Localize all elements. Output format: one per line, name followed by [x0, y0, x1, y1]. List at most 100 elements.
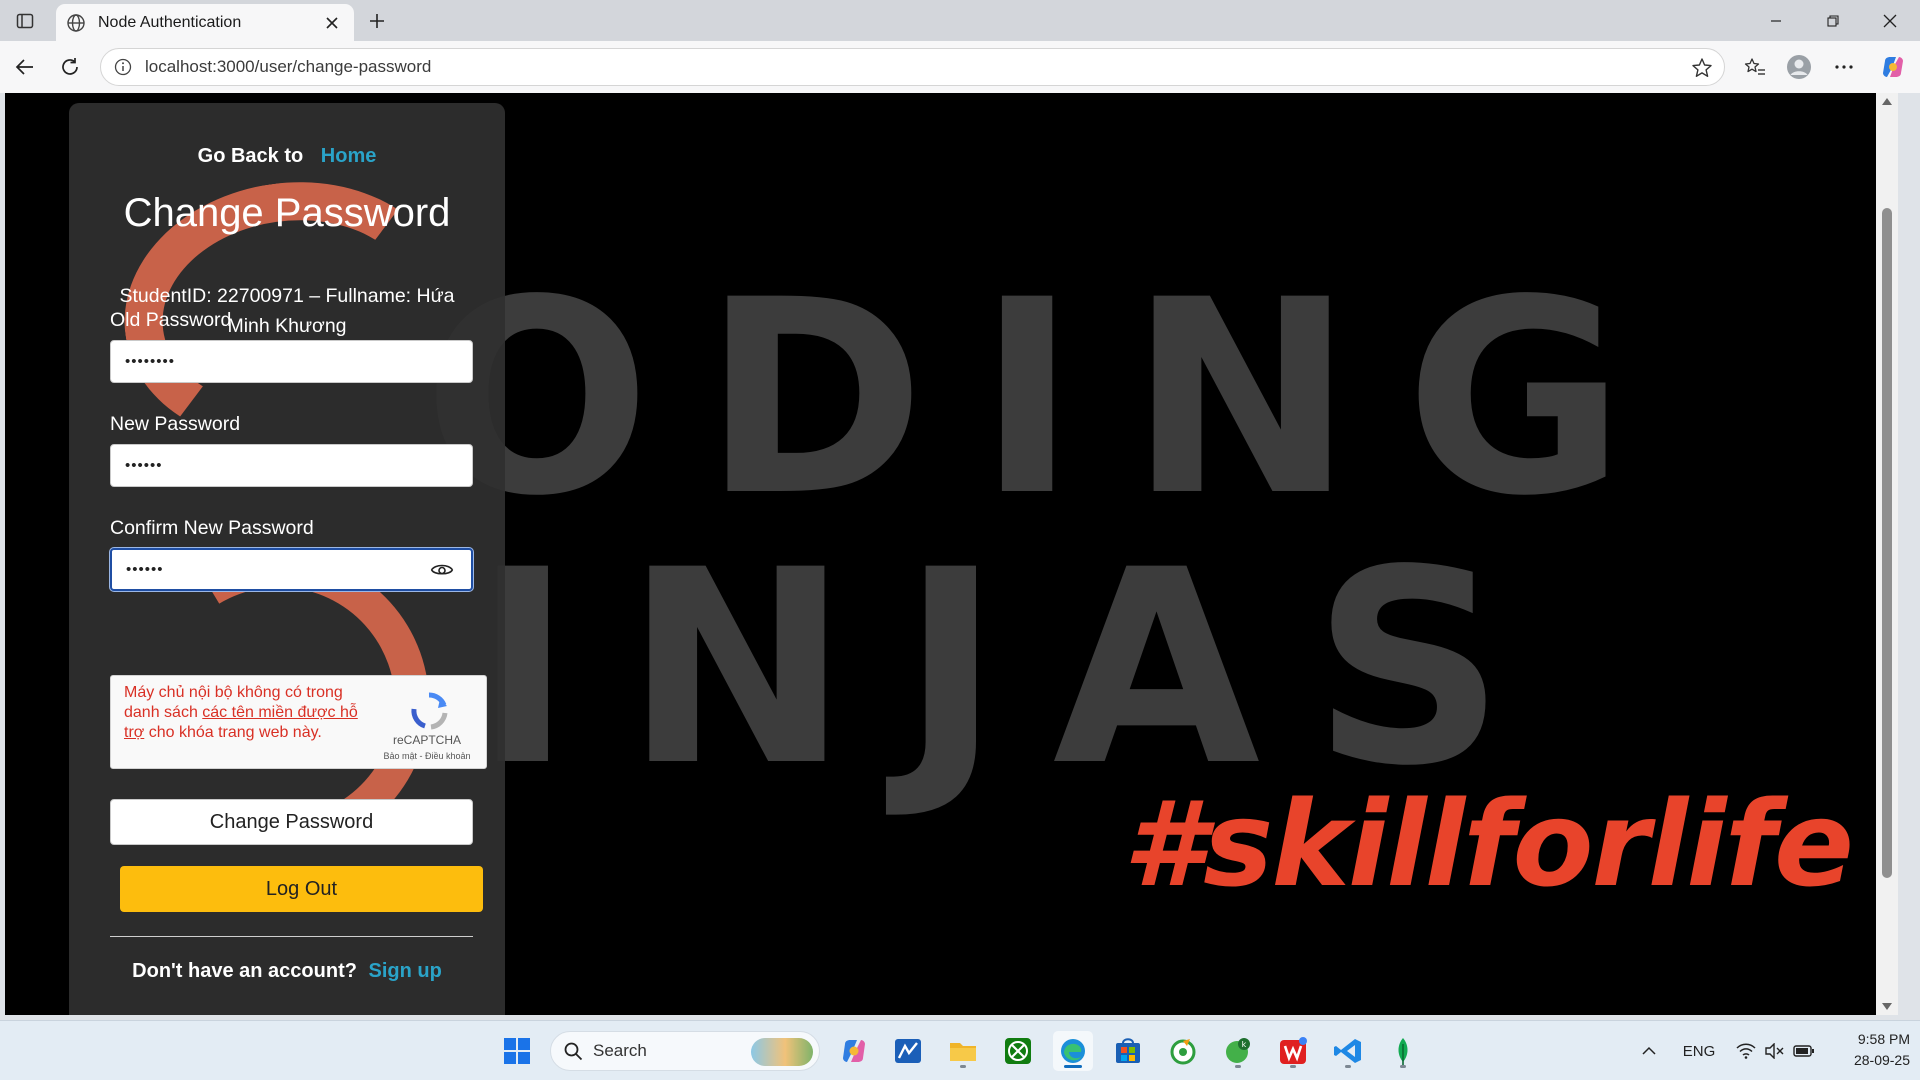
change-password-button[interactable]: Change Password: [110, 799, 473, 845]
copilot-button[interactable]: [1876, 50, 1910, 84]
volume-muted-icon[interactable]: [1760, 1021, 1788, 1080]
scroll-up-icon[interactable]: [1881, 95, 1893, 107]
back-button[interactable]: [8, 50, 42, 84]
background-text-line1: ODING: [423, 243, 1678, 555]
browser-toolbar: localhost:3000/user/change-password: [0, 41, 1920, 93]
favorites-button[interactable]: [1738, 50, 1772, 84]
new-password-field[interactable]: ••••••: [110, 444, 473, 487]
recaptcha-terms-link[interactable]: Bảo mật - Điều khoản: [369, 751, 485, 761]
signup-line: Don't have an account? Sign up: [69, 960, 505, 983]
profile-button[interactable]: [1782, 50, 1816, 84]
old-password-value: ••••••••: [125, 353, 176, 370]
browser-tab[interactable]: Node Authentication: [56, 4, 354, 41]
minimize-button[interactable]: [1748, 0, 1804, 41]
leaf-app-icon: [1170, 1039, 1196, 1065]
vscode-icon: [1334, 1039, 1361, 1063]
tab-title: Node Authentication: [98, 13, 242, 31]
copilot-icon: [1883, 57, 1903, 77]
more-options-button[interactable]: [1827, 50, 1861, 84]
confirm-password-label: Confirm New Password: [110, 517, 314, 539]
search-highlight-image: [751, 1038, 813, 1066]
info-icon[interactable]: [113, 57, 133, 77]
chart-app-icon: [895, 1039, 921, 1063]
go-back-prefix: Go Back to: [197, 145, 304, 167]
chevron-up-icon: [1642, 1046, 1656, 1055]
windows-logo-icon: [504, 1038, 530, 1064]
home-link[interactable]: Home: [321, 145, 377, 167]
edge-icon: [1061, 1039, 1085, 1063]
close-icon: [1883, 14, 1897, 27]
taskbar-xbox[interactable]: [998, 1031, 1038, 1071]
battery-icon[interactable]: [1790, 1021, 1818, 1080]
avatar-icon: [1787, 55, 1811, 79]
address-bar[interactable]: localhost:3000/user/change-password: [100, 48, 1725, 86]
sidebar-toggle-icon: [16, 13, 34, 29]
clock-time: 9:58 PM: [1857, 1031, 1910, 1047]
favorites-list-icon: [1744, 58, 1765, 75]
taskbar-edge[interactable]: [1053, 1031, 1093, 1071]
old-password-field[interactable]: ••••••••: [110, 340, 473, 383]
log-out-button[interactable]: Log Out: [120, 866, 483, 912]
close-tab-icon[interactable]: [320, 11, 344, 35]
background-tagline: #skillforlife: [1123, 775, 1854, 913]
taskbar-app-blue[interactable]: [888, 1031, 928, 1071]
signup-prefix: Don't have an account?: [132, 960, 357, 982]
arrow-left-icon: [15, 59, 33, 75]
recaptcha-widget[interactable]: Máy chủ nội bộ không có trong danh sách …: [110, 675, 487, 769]
svg-text:k: k: [1242, 1040, 1247, 1049]
taskbar-app-kaspersky[interactable]: k: [1218, 1031, 1258, 1071]
close-window-button[interactable]: [1862, 0, 1918, 41]
change-password-card: Go Back to Home Change Password StudentI…: [69, 103, 505, 1015]
eye-icon[interactable]: [427, 555, 457, 585]
wps-office-icon: [1280, 1037, 1307, 1064]
taskbar-clock[interactable]: 9:58 PM 28-09-25: [1826, 1029, 1910, 1071]
restore-icon: [1827, 14, 1839, 27]
refresh-icon: [62, 58, 78, 75]
mongodb-leaf-icon: [1398, 1038, 1408, 1065]
browser-tab-strip: Node Authentication: [0, 0, 1920, 41]
new-password-value: ••••••: [125, 457, 163, 474]
restore-button[interactable]: [1805, 0, 1861, 41]
search-icon: [564, 1042, 583, 1061]
go-back-line: Go Back to Home: [69, 145, 505, 168]
tab-actions-button[interactable]: [10, 8, 40, 34]
url-text: localhost:3000/user/change-password: [145, 57, 432, 76]
taskbar-copilot[interactable]: [834, 1031, 874, 1071]
xbox-icon: [1005, 1038, 1031, 1064]
new-tab-button[interactable]: [362, 6, 392, 36]
scrollbar-thumb[interactable]: [1882, 208, 1892, 878]
taskbar-store[interactable]: [1108, 1031, 1148, 1071]
windows-taskbar: Search k ENG 9:58 PM 28-09-25: [0, 1020, 1920, 1080]
start-button[interactable]: [497, 1031, 537, 1071]
page-title: Change Password: [123, 191, 451, 235]
recaptcha-brand: reCAPTCHA: [392, 733, 461, 747]
recaptcha-message-end: cho khóa trang web này.: [144, 724, 322, 741]
confirm-password-field[interactable]: ••••••: [110, 548, 473, 591]
taskbar-vscode[interactable]: [1328, 1031, 1368, 1071]
sign-up-link[interactable]: Sign up: [369, 960, 442, 982]
show-hidden-icons[interactable]: [1636, 1021, 1662, 1080]
folder-icon: [950, 1043, 976, 1061]
taskbar-mongodb[interactable]: [1383, 1031, 1423, 1071]
taskbar-wps[interactable]: [1273, 1031, 1313, 1071]
clock-date: 28-09-25: [1853, 1052, 1910, 1068]
scroll-down-icon[interactable]: [1881, 1001, 1893, 1013]
taskbar-app-green[interactable]: [1163, 1031, 1203, 1071]
old-password-label: Old Password: [110, 309, 232, 331]
wifi-icon[interactable]: [1732, 1021, 1760, 1080]
refresh-button[interactable]: [53, 50, 87, 84]
recaptcha-logo-icon: [407, 689, 451, 733]
divider: [110, 936, 473, 937]
globe-icon: [64, 11, 88, 35]
store-icon: [1116, 1038, 1140, 1063]
page-scrollbar[interactable]: [1876, 93, 1898, 1015]
recaptcha-error-message: Máy chủ nội bộ không có trong danh sách …: [124, 683, 364, 743]
plus-icon: [370, 14, 384, 28]
favorite-star-icon[interactable]: [1690, 56, 1714, 80]
ellipsis-icon: [1835, 65, 1853, 69]
minimize-icon: [1771, 19, 1781, 22]
confirm-password-value: ••••••: [126, 561, 164, 578]
taskbar-file-explorer[interactable]: [943, 1031, 983, 1071]
taskbar-search[interactable]: Search: [550, 1031, 820, 1071]
language-indicator[interactable]: ENG: [1676, 1021, 1722, 1080]
